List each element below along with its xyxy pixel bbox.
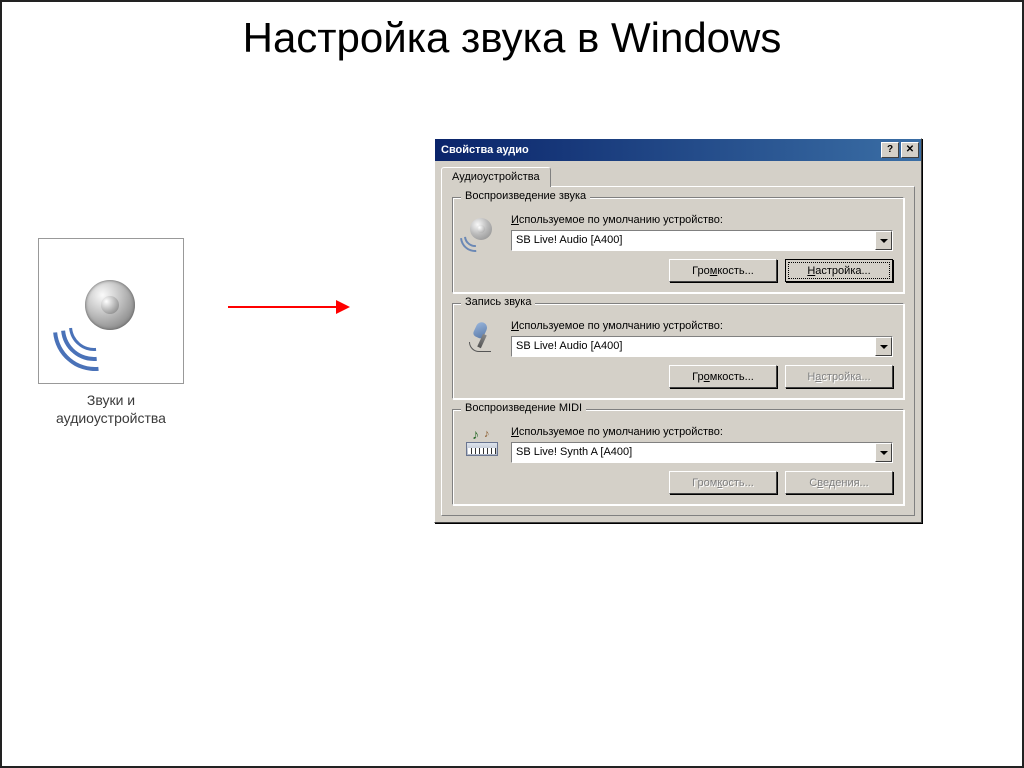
playback-speaker-icon (463, 212, 501, 250)
group-recording: Запись звука Используемое по умолчанию у… (452, 303, 904, 399)
group-recording-legend: Запись звука (461, 296, 535, 308)
group-playback: Воспроизведение звука Используемое по ум… (452, 197, 904, 293)
recording-default-label: Используемое по умолчанию устройство: (511, 320, 893, 332)
midi-icon: ♪♪ (463, 424, 501, 462)
titlebar-text: Свойства аудио (441, 144, 879, 156)
group-midi: Воспроизведение MIDI ♪♪ Используемое по … (452, 409, 904, 505)
playback-settings-button[interactable]: Настройка... (785, 259, 893, 282)
playback-device-value: SB Live! Audio [A400] (512, 231, 875, 250)
microphone-icon (463, 318, 501, 356)
midi-default-label: Используемое по умолчанию устройство: (511, 426, 893, 438)
midi-volume-button: Громкость... (669, 471, 777, 494)
sounds-devices-icon-box[interactable] (38, 238, 184, 384)
tab-panel: Воспроизведение звука Используемое по ум… (441, 186, 915, 516)
chevron-down-icon[interactable] (875, 337, 892, 356)
playback-default-label: Используемое по умолчанию устройство: (511, 214, 893, 226)
sounds-devices-caption: Звуки и аудиоустройства (38, 392, 184, 427)
group-playback-legend: Воспроизведение звука (461, 190, 590, 202)
midi-device-value: SB Live! Synth A [A400] (512, 443, 875, 462)
tab-row: Аудиоустройства (435, 161, 921, 186)
recording-settings-button: Настройка... (785, 365, 893, 388)
close-button[interactable]: ✕ (901, 142, 919, 158)
help-button[interactable]: ? (881, 142, 899, 158)
midi-info-button: Сведения... (785, 471, 893, 494)
chevron-down-icon[interactable] (875, 443, 892, 462)
audio-properties-dialog: Свойства аудио ? ✕ Аудиоустройства Воспр… (434, 138, 922, 523)
recording-volume-button[interactable]: Громкость... (669, 365, 777, 388)
arrow-icon (228, 306, 348, 308)
titlebar[interactable]: Свойства аудио ? ✕ (435, 139, 921, 161)
speaker-icon (65, 265, 157, 357)
recording-device-value: SB Live! Audio [A400] (512, 337, 875, 356)
group-midi-legend: Воспроизведение MIDI (461, 402, 586, 414)
slide-title: Настройка звука в Windows (2, 14, 1022, 62)
playback-volume-button[interactable]: Громкость... (669, 259, 777, 282)
tab-audio-devices[interactable]: Аудиоустройства (441, 167, 551, 187)
midi-device-combo[interactable]: SB Live! Synth A [A400] (511, 442, 893, 463)
chevron-down-icon[interactable] (875, 231, 892, 250)
playback-device-combo[interactable]: SB Live! Audio [A400] (511, 230, 893, 251)
recording-device-combo[interactable]: SB Live! Audio [A400] (511, 336, 893, 357)
